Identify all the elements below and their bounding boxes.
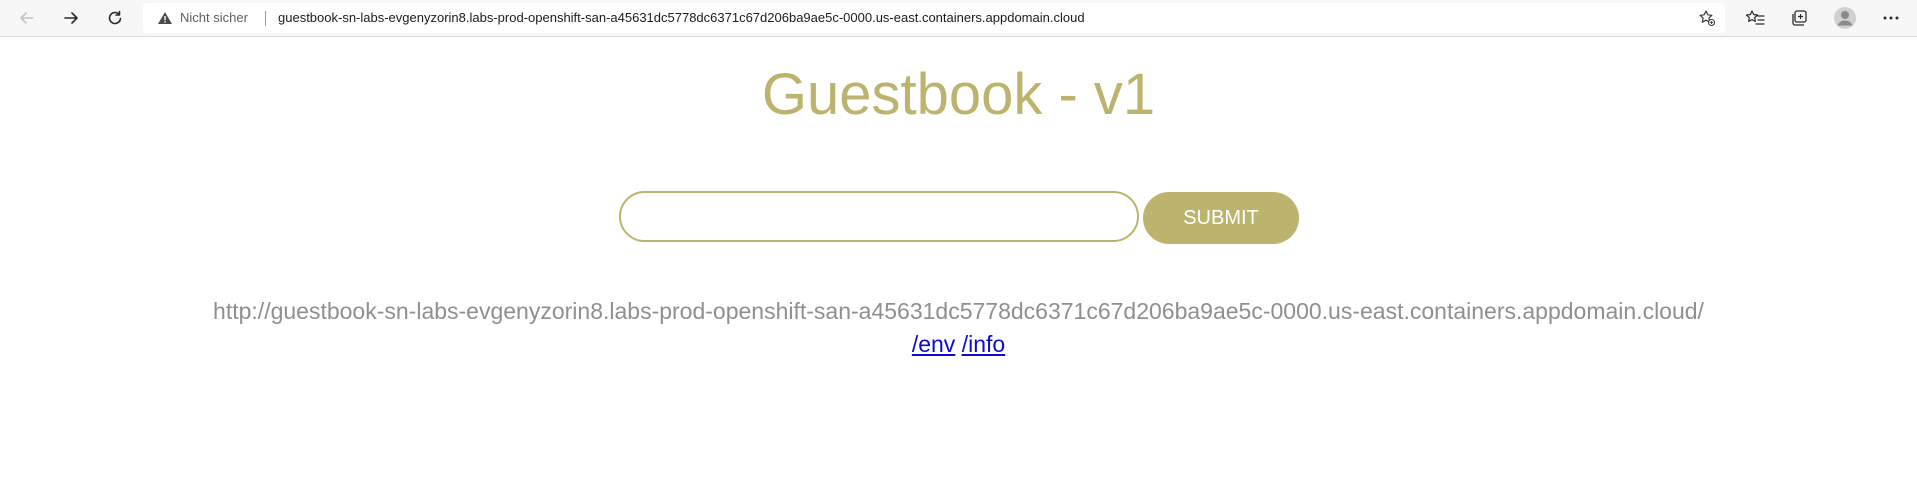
url-text[interactable]: guestbook-sn-labs-evgenyzorin8.labs-prod… — [278, 10, 1085, 25]
address-separator — [265, 11, 266, 26]
links-row: /env /info — [0, 331, 1917, 358]
add-favorite-icon[interactable] — [1697, 8, 1717, 28]
browser-toolbar: Nicht sicher guestbook-sn-labs-evgenyzor… — [0, 0, 1917, 37]
forward-arrow-icon[interactable] — [57, 4, 85, 32]
warning-icon[interactable] — [157, 11, 173, 30]
more-icon[interactable] — [1877, 4, 1905, 32]
guestbook-entry-input[interactable] — [619, 191, 1139, 242]
favorites-icon[interactable] — [1741, 4, 1769, 32]
host-url-text: http://guestbook-sn-labs-evgenyzorin8.la… — [213, 298, 1704, 324]
address-bar[interactable]: Nicht sicher guestbook-sn-labs-evgenyzor… — [143, 3, 1725, 33]
collections-icon[interactable] — [1785, 4, 1813, 32]
reload-icon[interactable] — [101, 4, 129, 32]
info-link[interactable]: /info — [962, 331, 1005, 357]
submit-button[interactable]: SUBMIT — [1143, 192, 1299, 244]
back-arrow-icon[interactable] — [13, 4, 41, 32]
page-title: Guestbook - v1 — [761, 62, 1156, 127]
profile-icon[interactable] — [1831, 4, 1859, 32]
security-label[interactable]: Nicht sicher — [180, 10, 248, 25]
env-link[interactable]: /env — [912, 331, 955, 357]
